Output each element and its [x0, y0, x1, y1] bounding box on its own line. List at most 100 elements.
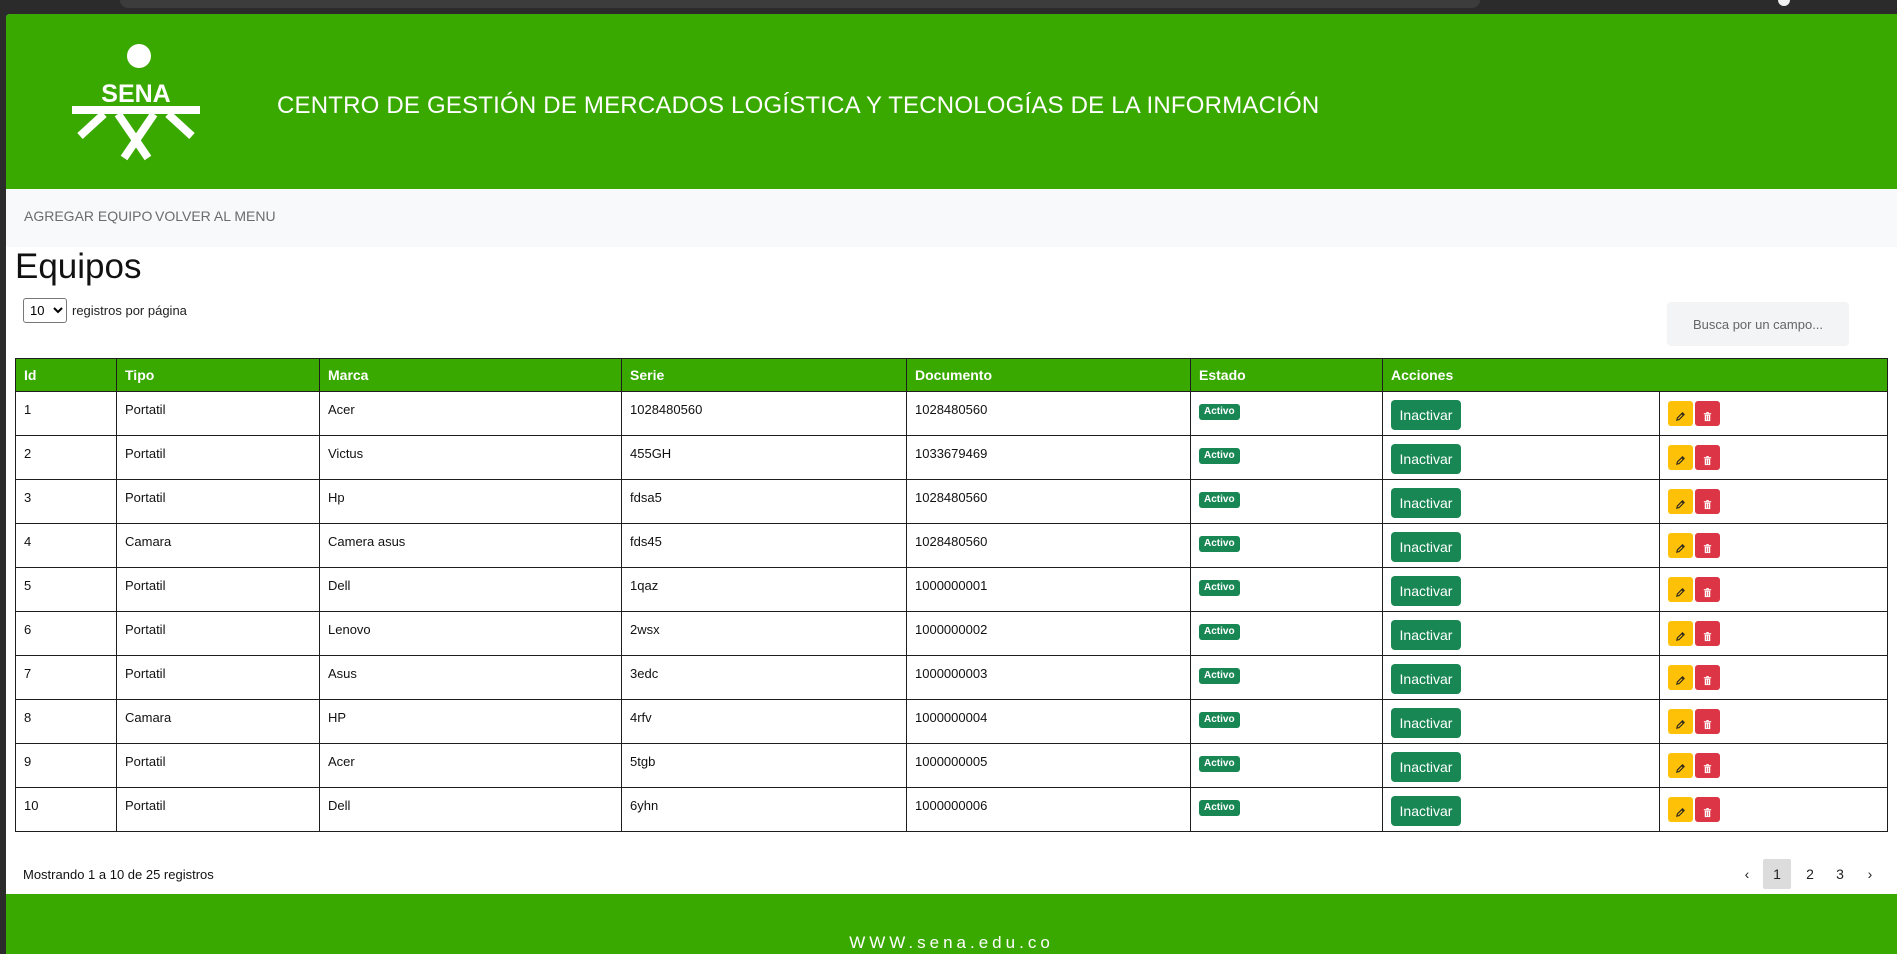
cell-documento: 1000000006 — [906, 787, 1191, 832]
inactivar-button[interactable]: Inactivar — [1391, 664, 1461, 694]
cell-row-actions — [1659, 787, 1888, 832]
edit-button[interactable] — [1668, 665, 1693, 690]
cell-toggle-action: Inactivar — [1382, 391, 1660, 436]
table-row: 7 Portatil Asus 3edc 1000000003 Activo Inactiv… — [15, 655, 1888, 700]
cell-marca: Acer — [319, 391, 622, 436]
cell-tipo: Portatil — [116, 743, 320, 788]
delete-button[interactable] — [1695, 445, 1720, 470]
nav-add-equipment-link[interactable]: AGREGAR EQUIPO — [24, 208, 152, 224]
inactivar-button[interactable]: Inactivar — [1391, 532, 1461, 562]
status-badge: Activo — [1199, 624, 1240, 640]
equipment-table: Id Tipo Marca Serie Documento Estado Acc… — [15, 358, 1888, 832]
footer-url[interactable]: WWW.sena.edu.co — [6, 933, 1897, 953]
cell-toggle-action: Inactivar — [1382, 655, 1660, 700]
edit-button[interactable] — [1668, 621, 1693, 646]
pagination-prev-button[interactable]: ‹ — [1736, 859, 1758, 889]
cell-estado: Activo — [1190, 435, 1383, 480]
inactivar-button[interactable]: Inactivar — [1391, 576, 1461, 606]
delete-button[interactable] — [1695, 709, 1720, 734]
delete-button[interactable] — [1695, 797, 1720, 822]
column-header-estado: Estado — [1190, 358, 1383, 392]
cell-tipo: Portatil — [116, 479, 320, 524]
edit-button[interactable] — [1668, 577, 1693, 602]
cell-id: 8 — [15, 699, 117, 744]
cell-row-actions — [1659, 391, 1888, 436]
status-badge: Activo — [1199, 712, 1240, 728]
column-header-documento: Documento — [906, 358, 1191, 392]
table-row: 5 Portatil Dell 1qaz 1000000001 Activo Inactiv… — [15, 567, 1888, 612]
cell-estado: Activo — [1190, 523, 1383, 568]
browser-address-bar[interactable] — [120, 0, 1480, 8]
cell-tipo: Portatil — [116, 391, 320, 436]
cell-row-actions — [1659, 523, 1888, 568]
cell-documento: 1028480560 — [906, 479, 1191, 524]
trash-icon — [1695, 499, 1720, 510]
edit-button[interactable] — [1668, 709, 1693, 734]
pencil-icon — [1668, 455, 1693, 466]
delete-button[interactable] — [1695, 489, 1720, 514]
cell-tipo: Portatil — [116, 435, 320, 480]
delete-button[interactable] — [1695, 533, 1720, 558]
page-length-label: registros por página — [72, 303, 187, 318]
edit-button[interactable] — [1668, 753, 1693, 778]
trash-icon — [1695, 807, 1720, 818]
cell-tipo: Portatil — [116, 611, 320, 656]
edit-button[interactable] — [1668, 797, 1693, 822]
pagination-page-2[interactable]: 2 — [1799, 859, 1821, 889]
delete-button[interactable] — [1695, 577, 1720, 602]
delete-button[interactable] — [1695, 621, 1720, 646]
cell-row-actions — [1659, 699, 1888, 744]
inactivar-button[interactable]: Inactivar — [1391, 488, 1461, 518]
nav-back-to-menu-link[interactable]: VOLVER AL MENU — [155, 208, 276, 224]
cell-marca: Dell — [319, 567, 622, 612]
cell-id: 3 — [15, 479, 117, 524]
page-title: Equipos — [15, 247, 142, 286]
cell-id: 1 — [15, 391, 117, 436]
cell-row-actions — [1659, 567, 1888, 612]
trash-icon — [1695, 631, 1720, 642]
inactivar-button[interactable]: Inactivar — [1391, 708, 1461, 738]
pencil-icon — [1668, 587, 1693, 598]
cell-row-actions — [1659, 479, 1888, 524]
cell-estado: Activo — [1190, 787, 1383, 832]
column-header-tipo: Tipo — [116, 358, 320, 392]
cell-tipo: Portatil — [116, 567, 320, 612]
inactivar-button[interactable]: Inactivar — [1391, 796, 1461, 826]
edit-button[interactable] — [1668, 533, 1693, 558]
cell-documento: 1000000005 — [906, 743, 1191, 788]
pencil-icon — [1668, 411, 1693, 422]
delete-button[interactable] — [1695, 401, 1720, 426]
cell-marca: Victus — [319, 435, 622, 480]
pagination-page-1[interactable]: 1 — [1763, 859, 1791, 889]
cell-estado: Activo — [1190, 391, 1383, 436]
delete-button[interactable] — [1695, 753, 1720, 778]
column-header-serie: Serie — [621, 358, 907, 392]
cell-marca: Acer — [319, 743, 622, 788]
page-length-select[interactable]: 10 — [23, 298, 67, 323]
pencil-icon — [1668, 631, 1693, 642]
cell-tipo: Camara — [116, 523, 320, 568]
header-title: CENTRO DE GESTIÓN DE MERCADOS LOGÍSTICA … — [277, 92, 1320, 119]
edit-button[interactable] — [1668, 489, 1693, 514]
inactivar-button[interactable]: Inactivar — [1391, 444, 1461, 474]
edit-button[interactable] — [1668, 445, 1693, 470]
inactivar-button[interactable]: Inactivar — [1391, 400, 1461, 430]
table-row: 6 Portatil Lenovo 2wsx 1000000002 Activo Inact… — [15, 611, 1888, 656]
pagination-info: Mostrando 1 a 10 de 25 registros — [23, 867, 214, 882]
cell-toggle-action: Inactivar — [1382, 743, 1660, 788]
cell-toggle-action: Inactivar — [1382, 435, 1660, 480]
inactivar-button[interactable]: Inactivar — [1391, 620, 1461, 650]
cell-toggle-action: Inactivar — [1382, 523, 1660, 568]
pencil-icon — [1668, 763, 1693, 774]
delete-button[interactable] — [1695, 665, 1720, 690]
table-row: 3 Portatil Hp fdsa5 1028480560 Activo Inactiva… — [15, 479, 1888, 524]
cell-estado: Activo — [1190, 479, 1383, 524]
pagination-next-button[interactable]: › — [1859, 859, 1881, 889]
search-input[interactable] — [1667, 302, 1849, 346]
cell-serie: fds45 — [621, 523, 907, 568]
edit-button[interactable] — [1668, 401, 1693, 426]
cell-estado: Activo — [1190, 699, 1383, 744]
inactivar-button[interactable]: Inactivar — [1391, 752, 1461, 782]
table-row: 2 Portatil Victus 455GH 1033679469 Activo Inac… — [15, 435, 1888, 480]
pagination-page-3[interactable]: 3 — [1829, 859, 1851, 889]
